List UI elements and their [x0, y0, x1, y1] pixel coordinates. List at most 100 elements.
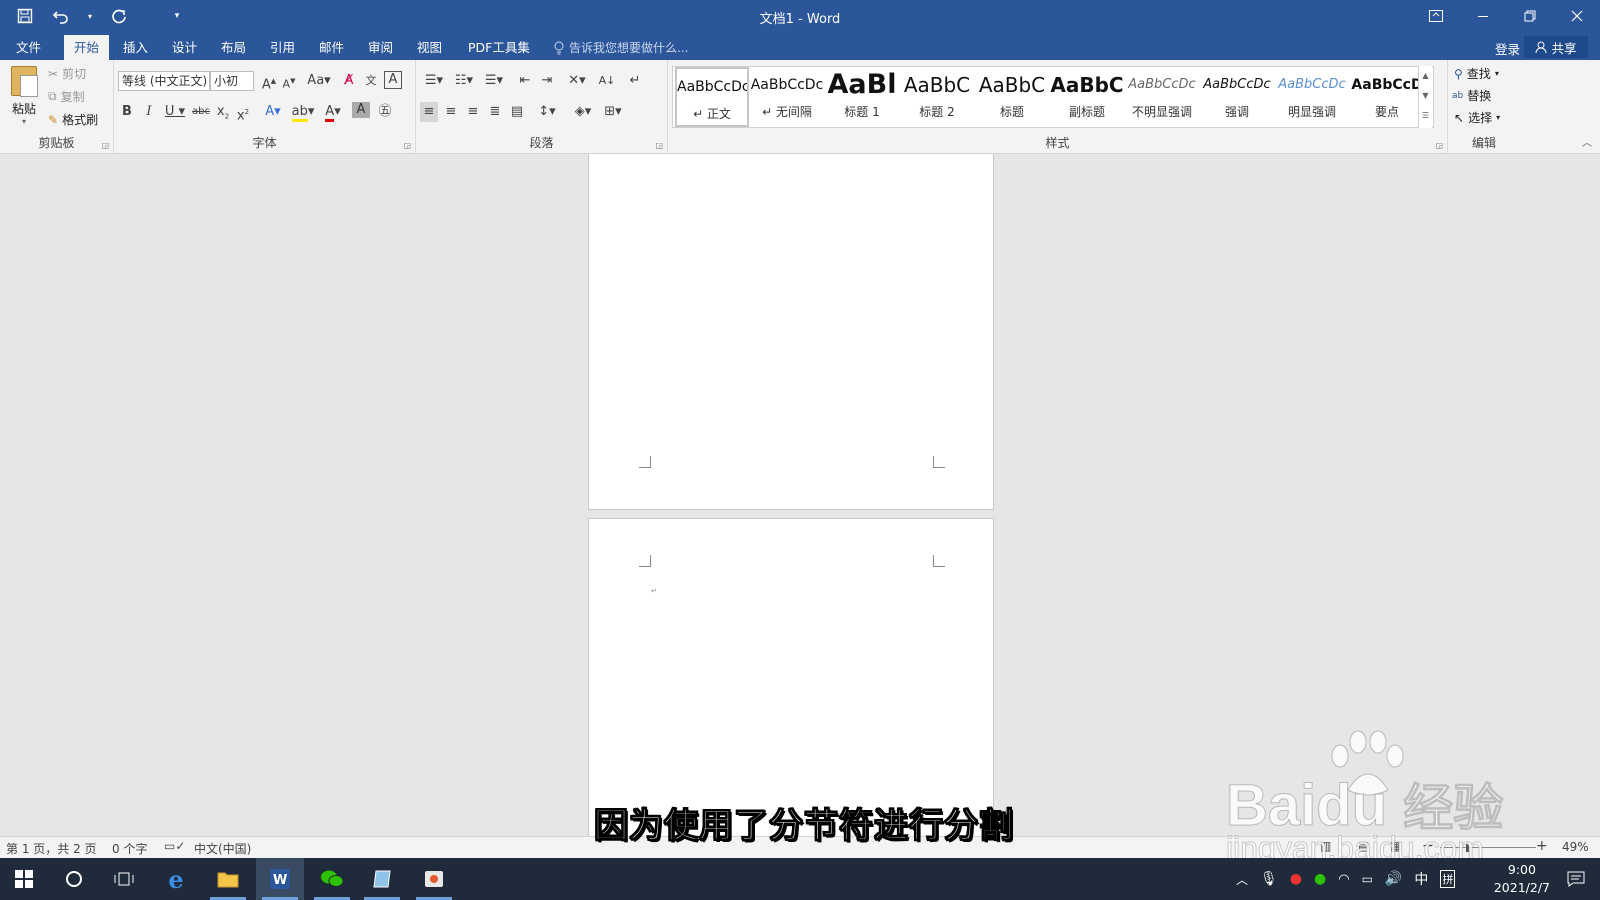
clear-formatting-icon[interactable]: A̸ [340, 71, 358, 91]
page-count[interactable]: 第 1 页，共 2 页 [6, 840, 97, 857]
style-subtitle[interactable]: AaBbC 副标题 [1050, 67, 1124, 127]
highlight-icon[interactable]: ab▾ [290, 102, 316, 122]
paste-dropdown-icon[interactable]: ▾ [8, 117, 40, 126]
tell-me-search[interactable]: 告诉我您想要做什么... [553, 39, 688, 56]
align-left-icon[interactable]: ≡ [420, 102, 438, 122]
tab-home[interactable]: 开始 [64, 35, 110, 60]
style-emphasis[interactable]: AaBbCcDc 强调 [1200, 67, 1274, 127]
tab-mailings[interactable]: 邮件 [309, 35, 354, 60]
ime-language[interactable]: 中 [1414, 869, 1428, 889]
edge-browser-icon[interactable]: e [152, 858, 200, 900]
ime-mode[interactable]: 拼 [1440, 870, 1456, 888]
share-button[interactable]: 共享 [1524, 36, 1588, 58]
change-case-icon[interactable]: Aa▾ [306, 71, 332, 91]
style-subtle-emphasis[interactable]: AaBbCcDc 不明显强调 [1125, 67, 1199, 127]
battery-icon[interactable]: ▭ [1362, 872, 1373, 886]
style-intense-emphasis[interactable]: AaBbCcDc 明显强调 [1275, 67, 1349, 127]
qq-icon[interactable]: ● [1290, 871, 1302, 887]
paste-button[interactable]: 粘贴 ▾ [8, 66, 40, 126]
borders-icon[interactable]: ⊞▾ [600, 102, 626, 122]
style-normal[interactable]: AaBbCcDc ↵ 正文 [675, 67, 749, 127]
style-heading-1[interactable]: AaBl 标题 1 [825, 67, 899, 127]
wechat-icon[interactable] [308, 858, 356, 900]
tab-pdf-tools[interactable]: PDF工具集 [458, 35, 540, 60]
gallery-more-icon[interactable]: ☰ [1419, 106, 1432, 126]
grow-font-icon[interactable]: A▲ [260, 71, 278, 92]
superscript-icon[interactable]: x2 [234, 102, 252, 123]
chinese-layout-icon[interactable]: ✕▾ [564, 71, 590, 91]
copy-button[interactable]: ⧉ 复制 [48, 88, 85, 105]
bullets-icon[interactable]: ☰▾ [420, 71, 448, 91]
numbering-icon[interactable]: ☷▾ [450, 71, 478, 91]
text-effects-icon[interactable]: A▾ [260, 102, 286, 122]
underline-icon[interactable]: U ▾ [162, 102, 188, 122]
multilevel-list-icon[interactable]: ☰▾ [480, 71, 508, 91]
zoom-in-icon[interactable]: + [1536, 838, 1548, 854]
clipboard-launcher-icon[interactable]: ◲ [101, 141, 109, 150]
decrease-indent-icon[interactable]: ⇤ [516, 71, 534, 91]
format-painter-button[interactable]: ✎ 格式刷 [48, 111, 98, 128]
tab-insert[interactable]: 插入 [113, 35, 158, 60]
align-right-icon[interactable]: ≡ [464, 102, 482, 122]
scroll-down-icon[interactable]: ▼ [1419, 86, 1432, 106]
tab-review[interactable]: 审阅 [358, 35, 403, 60]
justify-icon[interactable]: ≣ [486, 102, 504, 122]
language-indicator[interactable]: 中文(中国) [194, 840, 251, 857]
restore-icon[interactable] [1506, 0, 1553, 32]
replace-button[interactable]: ab 替换 [1452, 87, 1491, 104]
wechat-tray-icon[interactable]: ● [1314, 871, 1326, 887]
zoom-level[interactable]: 49% [1562, 840, 1589, 854]
tab-design[interactable]: 设计 [162, 35, 207, 60]
proofing-icon[interactable]: ▭✓ [164, 839, 185, 853]
cut-button[interactable]: ✂ 剪切 [48, 65, 86, 82]
shading-icon[interactable]: ◈▾ [570, 102, 596, 122]
close-icon[interactable] [1553, 0, 1600, 32]
font-color-icon[interactable]: A▾ [320, 102, 346, 122]
increase-indent-icon[interactable]: ⇥ [538, 71, 556, 91]
style-title[interactable]: AaBbC 标题 [975, 67, 1049, 127]
login-link[interactable]: 登录 [1495, 39, 1520, 58]
bold-icon[interactable]: B [118, 102, 136, 122]
styles-gallery-scroll[interactable]: ▲ ▼ ☰ [1418, 66, 1432, 128]
font-size-select[interactable]: 小初 [210, 71, 254, 91]
align-center-icon[interactable]: ≡ [442, 102, 460, 122]
shrink-font-icon[interactable]: A▼ [280, 71, 298, 91]
word-app-icon[interactable]: W [256, 858, 304, 900]
paragraph-launcher-icon[interactable]: ◲ [655, 141, 663, 150]
video-recorder-icon[interactable] [410, 858, 458, 900]
style-no-spacing[interactable]: AaBbCcDc ↵ 无间隔 [750, 67, 824, 127]
wifi-icon[interactable]: ◠ [1338, 872, 1349, 887]
word-count[interactable]: 0 个字 [112, 840, 147, 857]
tray-expand-icon[interactable]: ︿ [1236, 871, 1248, 888]
style-heading-2[interactable]: AaBbC 标题 2 [900, 67, 974, 127]
enclose-characters-icon[interactable]: ㊄ [376, 102, 394, 122]
tab-view[interactable]: 视图 [407, 35, 452, 60]
character-shading-icon[interactable]: A [352, 102, 370, 118]
tab-file[interactable]: 文件 [6, 35, 51, 60]
file-explorer-icon[interactable] [204, 858, 252, 900]
subscript-icon[interactable]: x2 [214, 102, 232, 122]
tab-references[interactable]: 引用 [260, 35, 305, 60]
microphone-icon[interactable]: 🎙 [1260, 871, 1278, 887]
character-border-icon[interactable]: A [384, 71, 402, 89]
strikethrough-icon[interactable]: abc [190, 102, 212, 122]
font-launcher-icon[interactable]: ◲ [403, 141, 411, 150]
styles-launcher-icon[interactable]: ◲ [1435, 141, 1443, 150]
taskbar-clock[interactable]: 9:00 2021/2/7 [1494, 861, 1550, 897]
tab-layout[interactable]: 布局 [211, 35, 256, 60]
minimize-icon[interactable] [1459, 0, 1506, 32]
show-marks-icon[interactable]: ↵ [626, 71, 644, 91]
select-button[interactable]: ↖ 选择 ▾ [1454, 109, 1500, 126]
task-view-icon[interactable] [100, 858, 148, 900]
find-button[interactable]: ⚲ 查找 ▾ [1454, 65, 1499, 82]
document-page-2[interactable]: ↵ [588, 518, 994, 836]
collapse-ribbon-icon[interactable]: ︿ [1582, 134, 1592, 149]
cortana-search-icon[interactable] [50, 858, 98, 900]
scroll-up-icon[interactable]: ▲ [1419, 66, 1432, 86]
italic-icon[interactable]: I [140, 102, 158, 122]
sort-icon[interactable]: A↓ [598, 71, 616, 91]
style-strong[interactable]: AaBbCcD 要点 [1350, 67, 1424, 127]
ribbon-display-icon[interactable] [1412, 0, 1459, 32]
notes-app-icon[interactable] [358, 858, 406, 900]
document-page-1[interactable] [588, 154, 994, 510]
